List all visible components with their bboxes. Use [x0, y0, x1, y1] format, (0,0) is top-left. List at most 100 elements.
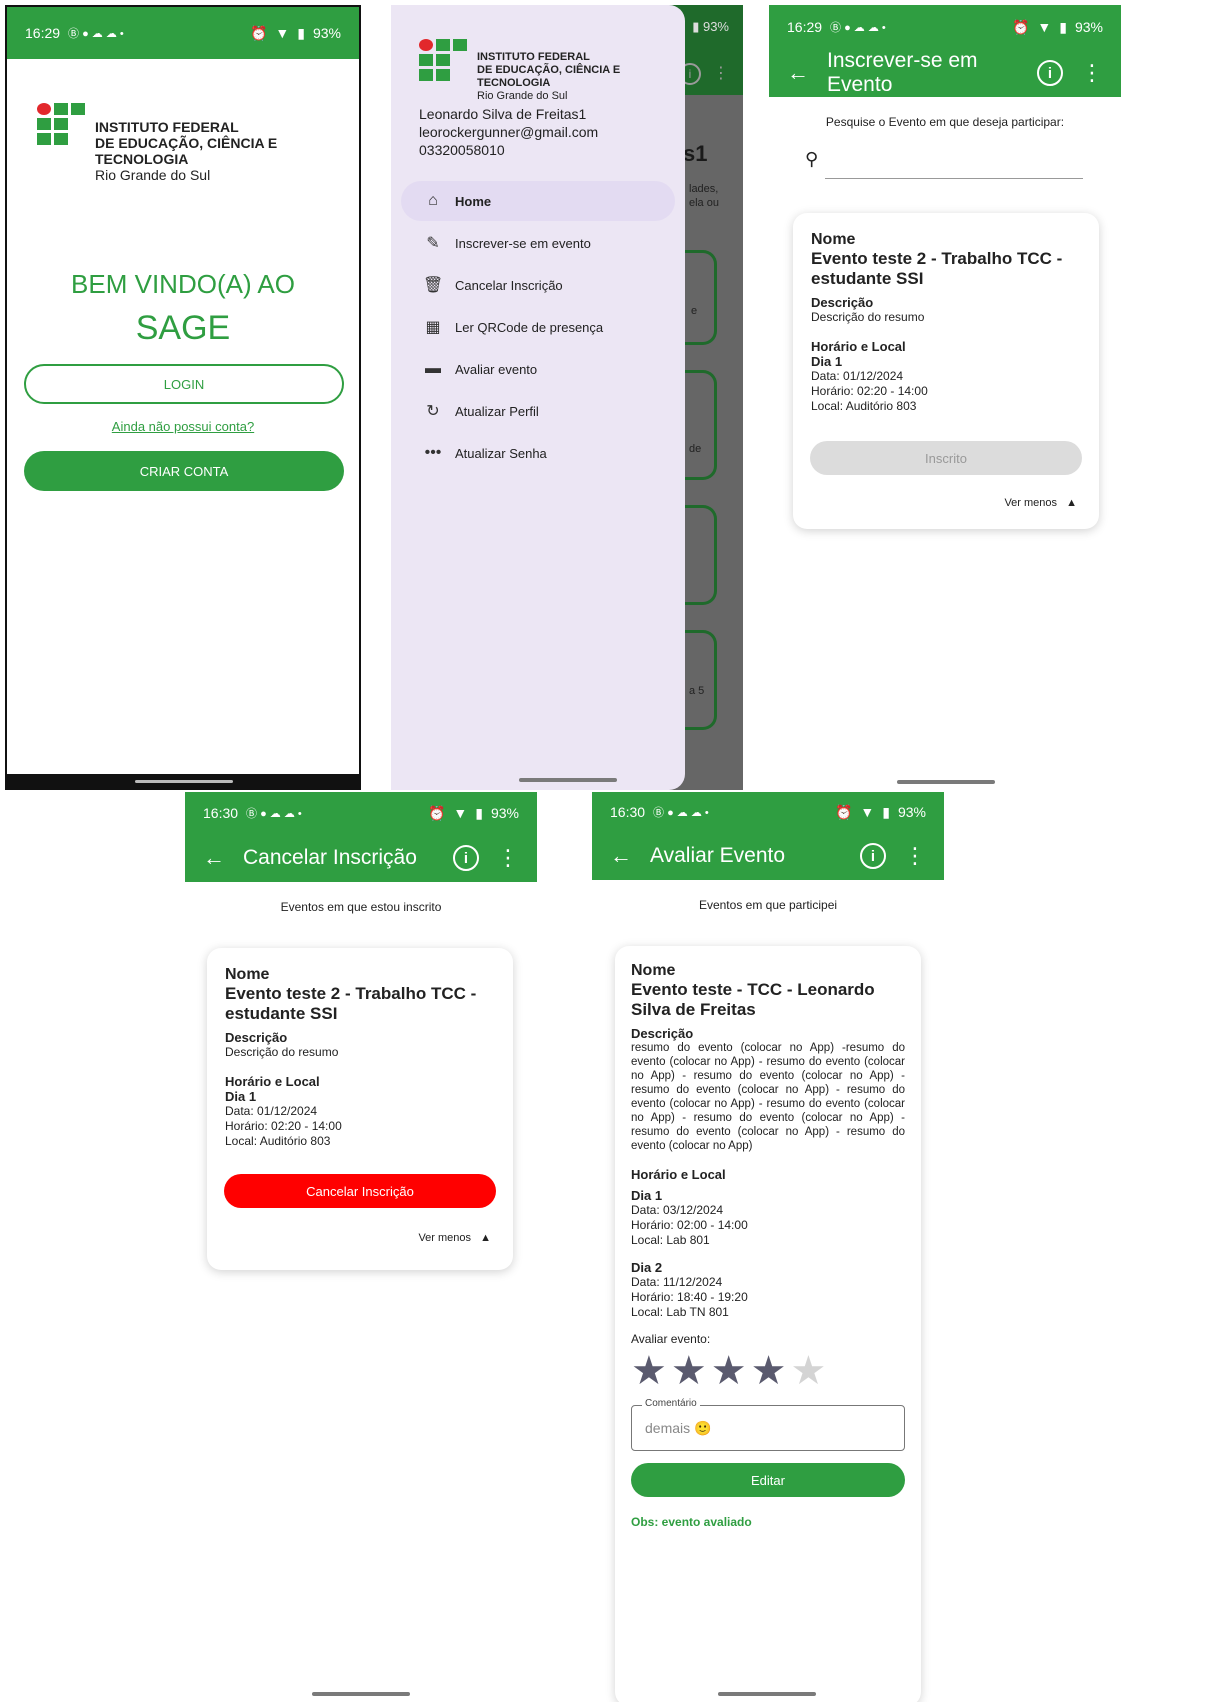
wifi-icon: ▼ [860, 804, 875, 820]
behind-card-1-text: e [691, 305, 698, 317]
drawer-item-qrcode[interactable]: ▦ Ler QRCode de presença [401, 307, 675, 347]
star-icon-5[interactable]: ★ [790, 1351, 826, 1391]
gesture-handle[interactable] [519, 778, 617, 782]
page-title: Avaliar Evento [650, 844, 786, 867]
cancel-screen: 16:30 Ⓑ ● ☁ ☁ • ⏰ ▼ ▮ 93% ← Cancelar Inscriç… [185, 792, 537, 1702]
login-button[interactable]: LOGIN [24, 364, 344, 404]
refresh-user-icon: ↻ [426, 403, 440, 420]
evaluate-screen: 16:30 Ⓑ ● ☁ ☁ • ⏰ ▼ ▮ 93% ← Avaliar Evento i… [592, 792, 944, 1702]
info-icon[interactable]: i [860, 843, 886, 869]
drawer-item-label: Ler QRCode de presença [455, 319, 604, 335]
drawer-logo-line2: DE EDUCAÇÃO, CIÊNCIA E TECNOLOGIA [477, 64, 621, 89]
drawer-item-password[interactable]: ••• Atualizar Senha [401, 433, 675, 473]
no-account-link[interactable]: Ainda não possui conta? [7, 419, 359, 434]
back-arrow-icon[interactable]: ← [203, 845, 225, 871]
behind-title: s1 [683, 141, 708, 166]
drawer-menu: ⌂ Home ✎ Inscrever-se em evento 🗑 Cancelar … [391, 179, 685, 475]
event-date: Data: 01/12/2024 [811, 369, 904, 383]
logo-line3: Rio Grande do Sul [95, 167, 211, 183]
drawer-item-home[interactable]: ⌂ Home [401, 181, 675, 221]
event-hours: Horário: 02:20 - 14:00 [225, 1119, 342, 1133]
back-arrow-icon[interactable]: ← [787, 60, 809, 86]
welcome-text: BEM VINDO(A) AO [71, 269, 295, 299]
create-account-button[interactable]: CRIAR CONTA [24, 451, 344, 491]
alarm-icon: ⏰ [427, 804, 446, 821]
alarm-icon: ⏰ [1011, 18, 1030, 35]
info-icon[interactable]: i [1037, 60, 1063, 86]
bottom-white [592, 1540, 944, 1702]
gesture-handle[interactable] [897, 780, 995, 784]
day2-date: Data: 11/12/2024 [631, 1275, 723, 1289]
event-name: Evento teste - TCC - Leonardo Silva de F… [631, 980, 875, 1019]
day2-hours: Horário: 18:40 - 19:20 [631, 1290, 748, 1304]
gesture-handle[interactable] [718, 1692, 816, 1696]
back-arrow-icon[interactable]: ← [610, 843, 632, 869]
cancel-subscription-button[interactable]: Cancelar Inscrição [224, 1174, 496, 1208]
drawer-item-evaluate[interactable]: ▬ Avaliar evento [401, 349, 675, 389]
drawer-item-cancel[interactable]: 🗑 Cancelar Inscrição [401, 265, 675, 305]
status-bar: 16:29 Ⓑ ● ☁ ☁ • ⏰ ▼ ▮ 93% [7, 7, 359, 59]
app-bar: ← Cancelar Inscrição i ⋮ [185, 834, 537, 882]
logo-line2: DE EDUCAÇÃO, CIÊNCIA E TECNOLOGIA [95, 135, 278, 167]
drawer-battery: 93% [702, 19, 729, 34]
star-icon-3[interactable]: ★ [711, 1351, 747, 1391]
battery-icon: ▮ [297, 24, 305, 41]
wifi-icon: ▼ [453, 805, 468, 821]
wifi-icon: ▼ [275, 25, 290, 41]
drawer-item-subscribe[interactable]: ✎ Inscrever-se em evento [401, 223, 675, 263]
day-label: Dia 1 [225, 1089, 257, 1104]
day2-place: Local: Lab TN 801 [631, 1305, 729, 1319]
user-name: Leonardo Silva de Freitas1 [419, 106, 587, 122]
info-icon[interactable]: i [453, 845, 479, 871]
password-icon: ••• [424, 444, 442, 461]
header: 16:30 Ⓑ ● ☁ ☁ • ⏰ ▼ ▮ 93% ← Cancelar Inscriç… [185, 792, 537, 882]
schedule-label: Horário e Local [225, 1074, 320, 1089]
edit-button[interactable]: Editar [631, 1463, 905, 1497]
gesture-handle[interactable] [312, 1692, 410, 1696]
overflow-menu-icon[interactable]: ⋮ [1081, 60, 1103, 86]
user-email: leorockergunner@gmail.com [419, 124, 599, 140]
drawer-item-label: Atualizar Perfil [455, 403, 539, 419]
logo-line1: INSTITUTO FEDERAL [95, 119, 239, 135]
description-label: Descrição [811, 295, 874, 310]
drawer-logo-line1: INSTITUTO FEDERAL [477, 51, 590, 63]
drawer-item-label: Cancelar Inscrição [455, 277, 563, 293]
day1-hours: Horário: 02:00 - 14:00 [631, 1218, 748, 1232]
status-time: 16:30 [610, 804, 646, 820]
behind-text2: ela ou [689, 197, 719, 209]
search-icon: ⚲ [805, 149, 819, 169]
battery-icon: ▮ [882, 803, 890, 820]
overflow-menu-icon[interactable]: ⋮ [904, 843, 926, 869]
gesture-handle[interactable] [135, 780, 233, 783]
qrcode-icon: ▦ [425, 319, 441, 336]
star-icon-4[interactable]: ★ [751, 1351, 787, 1391]
status-bar: 16:30 Ⓑ ● ☁ ☁ • ⏰ ▼ ▮ 93% [185, 792, 537, 834]
edit-icon: ✎ [426, 235, 440, 252]
behind-menu-icon: ⋮ [713, 65, 729, 82]
header: 16:30 Ⓑ ● ☁ ☁ • ⏰ ▼ ▮ 93% ← Avaliar Evento i… [592, 792, 944, 880]
notification-icons: Ⓑ ● ☁ ☁ • [653, 807, 709, 819]
toggle-details[interactable]: Ver menos ▲ [418, 1232, 491, 1244]
star-icon-1[interactable]: ★ [631, 1351, 667, 1391]
page-title: Inscrever-se em Evento [827, 49, 978, 96]
toggle-details[interactable]: Ver menos ▲ [1004, 497, 1077, 509]
drawer-logo: INSTITUTO FEDERAL DE EDUCAÇÃO, CIÊNCIA E… [419, 39, 685, 103]
toggle-label: Ver menos [1004, 497, 1058, 509]
name-label: Nome [631, 962, 676, 979]
home-icon: ⌂ [428, 192, 438, 209]
comment-field[interactable]: Comentário demais 🙂 [631, 1398, 905, 1451]
behind-status: ▮ 93% [692, 19, 729, 34]
status-bar: 16:30 Ⓑ ● ☁ ☁ • ⏰ ▼ ▮ 93% [592, 792, 944, 832]
header: 16:29 Ⓑ ● ☁ ☁ • ⏰ ▼ ▮ 93% ← Inscrever-se em … [769, 5, 1121, 97]
description-text: resumo do evento (colocar no App) -resum… [631, 1042, 905, 1152]
drawer-item-profile[interactable]: ↻ Atualizar Perfil [401, 391, 675, 431]
star-icon-2[interactable]: ★ [671, 1351, 707, 1391]
subscribed-button: Inscrito [810, 441, 1082, 475]
login-screen: 16:29 Ⓑ ● ☁ ☁ • ⏰ ▼ ▮ 93% INSTITUTO FEDERAL … [5, 5, 361, 790]
navigation-bar [7, 774, 359, 790]
drawer-screen: ▮ 93% i ⋮ s1 lades, ela ou e de a 5 INST… [391, 5, 743, 790]
event-date: Data: 01/12/2024 [225, 1104, 318, 1118]
overflow-menu-icon[interactable]: ⋮ [497, 845, 519, 871]
search-input[interactable] [825, 153, 1083, 179]
evaluated-note: Obs: evento avaliado [631, 1515, 752, 1529]
